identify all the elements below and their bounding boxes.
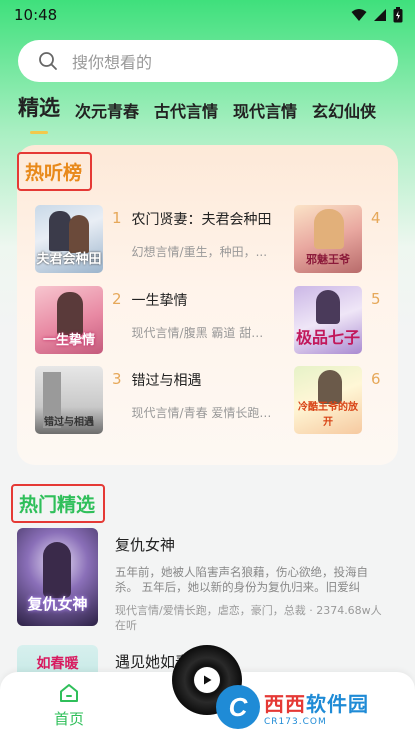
rank-subtitle: 现代言情/青春 爱情长跑 ... <box>131 406 274 420</box>
signal-icon <box>374 9 386 21</box>
rank-number: 4 <box>371 209 381 227</box>
rank-title: 错过与相遇 <box>131 373 202 389</box>
tab-featured[interactable]: 精选 <box>18 92 60 134</box>
book-cover: 错过与相遇 <box>35 366 103 434</box>
watermark-brand: 西西软件园 <box>264 691 369 716</box>
rank-number: 3 <box>112 370 122 388</box>
home-icon <box>60 684 78 702</box>
tab-modern-romance[interactable]: 现代言情 <box>233 98 297 122</box>
book-cover: 一生挚情 <box>35 286 103 354</box>
cover-text: 复仇女神 <box>27 595 88 613</box>
search-input[interactable]: 搜你想看的 <box>18 40 398 82</box>
status-time: 10:48 <box>14 6 58 24</box>
rank-number: 2 <box>112 290 122 308</box>
ranking-title: 热听榜 <box>17 152 93 191</box>
book-title: 复仇女神 <box>115 536 176 554</box>
rank-subtitle: 幻想言情/重生，种田，... <box>131 245 268 259</box>
watermark-url: CR173.COM <box>264 716 327 727</box>
wifi-icon <box>351 9 367 21</box>
tab-ancient-romance[interactable]: 古代言情 <box>154 98 218 122</box>
play-icon <box>204 675 212 685</box>
rank-title: 一生挚情 <box>131 293 188 309</box>
tab-youth[interactable]: 次元青春 <box>75 98 139 122</box>
status-icons <box>351 7 403 23</box>
rank-number: 1 <box>112 209 122 227</box>
cover-text: 错过与相遇 <box>44 417 94 428</box>
cover-text: 一生挚情 <box>42 333 95 348</box>
search-icon <box>39 52 57 70</box>
book-cover: 冷酷王爷的放开 <box>294 366 362 434</box>
cover-text: 极品七子 <box>295 328 360 347</box>
cover-text: 如春暖 <box>36 656 79 672</box>
status-bar: 10:48 <box>0 0 415 30</box>
featured-title: 热门精选 <box>11 484 106 523</box>
rank-item[interactable]: 错过与相遇 3 错过与相遇 现代言情/青春 爱情长跑 ... <box>35 366 274 434</box>
book-item[interactable]: 复仇女神 复仇女神 五年前，她被人陷害声名狼藉，伤心欲绝，投海自杀。 五年后，她… <box>17 528 397 633</box>
rank-number: 6 <box>371 370 381 388</box>
cover-text: 夫君会种田 <box>36 252 102 267</box>
watermark-logo: C <box>216 685 260 729</box>
rank-item[interactable]: 邪魅王爷 4 <box>294 205 381 273</box>
nav-home[interactable]: 首页 <box>47 682 91 729</box>
rank-item[interactable]: 冷酷王爷的放开 6 <box>294 366 381 434</box>
cover-text: 冷酷王爷的放开 <box>298 402 358 428</box>
tab-fantasy[interactable]: 玄幻仙侠 <box>312 98 376 122</box>
book-cover: 极品七子 <box>294 286 362 354</box>
watermark: C 西西软件园 CR173.COM <box>216 685 369 729</box>
search-placeholder: 搜你想看的 <box>72 53 153 72</box>
rank-number: 5 <box>371 290 381 308</box>
rank-subtitle: 现代言情/腹黑 霸道 甜文... <box>131 326 274 340</box>
book-meta: 现代言情/爱情长跑，虐恋，豪门，总裁 · 2374.68w人在听 <box>115 604 382 632</box>
book-cover: 邪魅王爷 <box>294 205 362 273</box>
book-cover: 复仇女神 <box>17 528 98 626</box>
rank-title: 农门贤妻：夫君会种田 <box>131 212 272 228</box>
battery-icon <box>393 7 403 23</box>
rank-item[interactable]: 夫君会种田 1 农门贤妻：夫君会种田 幻想言情/重生，种田，... <box>35 205 274 273</box>
nav-home-label: 首页 <box>53 710 84 728</box>
book-description: 五年前，她被人陷害声名狼藉，伤心欲绝，投海自杀。 五年后，她以新的身份为复仇归来… <box>115 565 368 594</box>
cover-text: 邪魅王爷 <box>306 253 350 266</box>
rank-item[interactable]: 极品七子 5 <box>294 286 381 354</box>
rank-item[interactable]: 一生挚情 2 一生挚情 现代言情/腹黑 霸道 甜文... <box>35 286 274 354</box>
book-title: 遇见她如春 <box>115 653 191 671</box>
category-tabs: 精选 次元青春 古代言情 现代言情 玄幻仙侠 <box>18 92 376 134</box>
book-cover: 夫君会种田 <box>35 205 103 273</box>
